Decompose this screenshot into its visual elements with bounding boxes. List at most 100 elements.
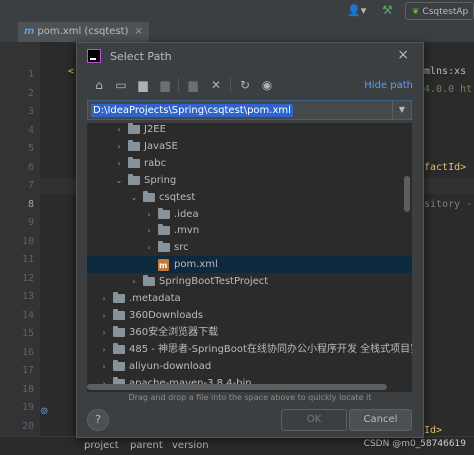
line-number: 9 — [27, 217, 34, 228]
tree-row[interactable]: › apache-tomcat-8.5.72-windows-x64 — [87, 391, 412, 392]
cancel-button[interactable]: Cancel — [349, 409, 412, 431]
path-input[interactable]: D:\IdeaProjects\Spring\csqtest\pom.xml — [91, 104, 293, 117]
tree-row[interactable]: › SpringBootTestProject — [87, 273, 412, 290]
chevron-right-icon[interactable]: › — [99, 307, 109, 324]
new-folder-icon[interactable]: ▆ — [185, 77, 201, 93]
breadcrumb-version[interactable]: version — [172, 440, 209, 451]
code-fragment-factid: factId> — [424, 162, 467, 173]
chevron-right-icon[interactable]: › — [99, 341, 109, 358]
path-combobox[interactable]: D:\IdeaProjects\Spring\csqtest\pom.xml ▼ — [87, 100, 412, 120]
chevron-right-icon[interactable]: › — [114, 155, 124, 172]
line-number: 8 — [27, 198, 34, 210]
tree-item-label: pom.xml — [174, 259, 218, 271]
chevron-right-icon[interactable]: › — [144, 239, 154, 256]
project-folder-icon[interactable]: ▆ — [135, 77, 151, 93]
folder-icon — [128, 139, 140, 151]
line-number: 7 — [27, 180, 34, 191]
select-path-dialog: Select Path × ⌂ ▭ ▆ ▆ ▆ ✕ ↻ ◉ Hide path … — [76, 42, 424, 438]
maven-file-icon: m — [24, 26, 35, 37]
tree-item-label: 485 - 神思者-SpringBoot在线协同办公小程序开发 全栈式项目实战-… — [129, 343, 412, 355]
breadcrumb-project[interactable]: project — [84, 440, 119, 451]
folder-icon — [158, 224, 170, 236]
folder-icon — [158, 207, 170, 219]
file-tree[interactable]: › J2EE › JavaSE › rabc ⌄ Spring ⌄ csqtest › .idea ›.… — [87, 123, 412, 392]
folder-icon — [113, 359, 125, 371]
close-icon[interactable]: × — [397, 47, 409, 63]
tree-item-label: J2EE — [144, 124, 166, 135]
line-number: 15 — [21, 328, 34, 339]
dialog-title-bar[interactable]: Select Path × — [77, 43, 423, 71]
tree-vertical-scrollbar[interactable] — [403, 123, 411, 392]
tree-row[interactable]: ⌄ csqtest — [87, 189, 412, 206]
main-toolbar: 👤▾ ⚒ ❦ CsqtestAp — [0, 0, 474, 23]
help-button[interactable]: ? — [87, 409, 109, 431]
toolbar-separator — [230, 78, 231, 92]
code-fragment-version: 4.0.0 ht — [424, 84, 473, 95]
tree-row[interactable]: › JavaSE — [87, 138, 412, 155]
breadcrumb-parent[interactable]: parent — [130, 440, 163, 451]
home-icon[interactable]: ⌂ — [91, 77, 107, 93]
tree-row[interactable]: › src — [87, 239, 412, 256]
tree-item-label: .mvn — [174, 225, 200, 237]
user-icon[interactable]: 👤▾ — [347, 4, 366, 17]
tree-row[interactable]: › aliyun-download — [87, 358, 412, 375]
ok-button[interactable]: OK — [281, 409, 347, 431]
folder-icon — [113, 292, 125, 303]
line-number: 14 — [21, 309, 34, 321]
hide-path-link[interactable]: Hide path — [364, 80, 413, 91]
folder-icon — [113, 308, 125, 320]
delete-icon[interactable]: ✕ — [208, 77, 224, 93]
chevron-right-icon[interactable]: › — [99, 391, 109, 392]
tree-row[interactable]: › .mvn — [87, 222, 412, 239]
code-fragment-repository: sitory - — [424, 199, 473, 210]
chevron-right-icon[interactable]: › — [99, 290, 109, 307]
tree-row[interactable]: › .metadata — [87, 290, 412, 307]
tree-row[interactable]: › 360Downloads — [87, 307, 412, 324]
tree-row[interactable]: › J2EE — [87, 123, 412, 138]
folder-icon — [128, 173, 140, 185]
tree-item-label: SpringBootTestProject — [159, 276, 269, 288]
tree-row[interactable]: › rabc — [87, 155, 412, 172]
tree-horizontal-scrollbar[interactable] — [87, 383, 412, 391]
chevron-down-icon[interactable]: ▼ — [392, 101, 411, 119]
tab-pom-xml[interactable]: m pom.xml (csqtest) × — [18, 22, 149, 42]
scrollbar-thumb[interactable] — [404, 176, 410, 212]
line-number: 11 — [21, 254, 34, 265]
module-folder-icon[interactable]: ▆ — [157, 77, 173, 93]
tree-row[interactable]: ⌄ Spring — [87, 172, 412, 189]
chevron-right-icon[interactable]: › — [144, 206, 154, 223]
intellij-logo-icon — [87, 49, 101, 63]
drag-drop-hint: Drag and drop a file into the space abov… — [128, 393, 372, 402]
line-number: 10 — [21, 235, 34, 247]
folder-icon — [128, 123, 140, 134]
tree-row[interactable]: › 360安全浏览器下载 — [87, 324, 412, 341]
tab-label: pom.xml (csqtest) — [37, 26, 129, 37]
scrollbar-thumb[interactable] — [87, 384, 387, 390]
tree-row[interactable]: › 485 - 神思者-SpringBoot在线协同办公小程序开发 全栈式项目实战… — [87, 341, 412, 358]
chevron-right-icon[interactable]: › — [144, 222, 154, 239]
folder-icon — [158, 241, 170, 253]
gutter-override-icon[interactable]: ⊚ — [40, 406, 48, 417]
chevron-right-icon[interactable]: › — [114, 138, 124, 155]
chevron-down-icon[interactable]: ⌄ — [129, 189, 139, 206]
chevron-right-icon[interactable]: › — [99, 324, 109, 341]
tree-row[interactable]: › .idea — [87, 206, 412, 223]
chevron-down-icon[interactable]: ⌄ — [114, 172, 124, 189]
maven-file-icon — [158, 257, 169, 274]
tree-item-label: Spring — [144, 174, 177, 186]
tree-item-label: .metadata — [129, 293, 181, 304]
line-number: 5 — [27, 143, 34, 154]
run-configuration-selector[interactable]: ❦ CsqtestAp — [405, 2, 474, 20]
tree-row[interactable]: pom.xml — [87, 256, 412, 274]
show-hidden-icon[interactable]: ◉ — [259, 77, 275, 93]
chevron-right-icon[interactable]: › — [114, 123, 124, 138]
chevron-right-icon[interactable]: › — [129, 273, 139, 290]
tab-close-icon[interactable]: × — [135, 26, 143, 37]
tree-item-label: csqtest — [159, 191, 196, 203]
chevron-right-icon[interactable]: › — [99, 358, 109, 375]
build-hammer-icon[interactable]: ⚒ — [382, 3, 393, 17]
desktop-icon[interactable]: ▭ — [113, 77, 129, 93]
tree-item-label: aliyun-download — [129, 360, 212, 372]
refresh-icon[interactable]: ↻ — [237, 77, 253, 93]
folder-icon — [143, 190, 155, 202]
